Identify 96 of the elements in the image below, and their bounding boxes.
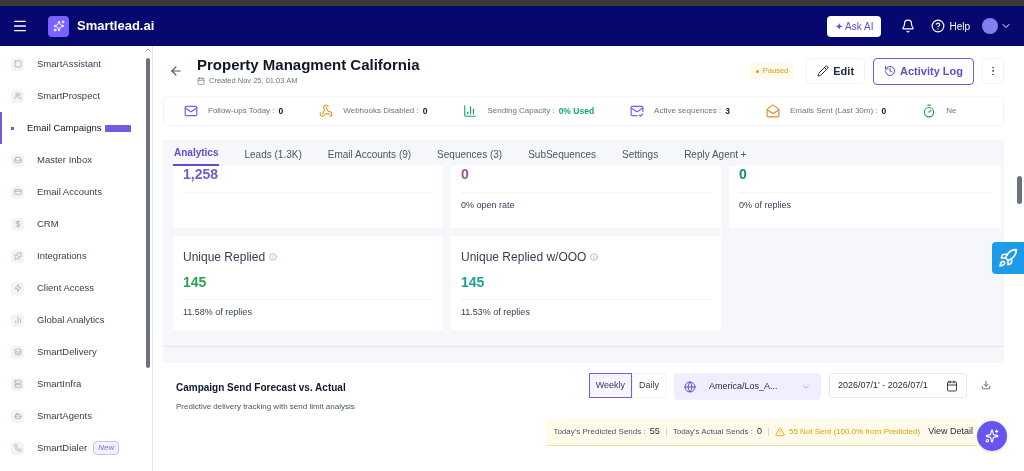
- actual-label: Today's Actual Sends :: [672, 426, 753, 438]
- calendar-icon[interactable]: [946, 379, 958, 392]
- logo-icon: [48, 15, 69, 37]
- nav-icon: [11, 281, 24, 295]
- notification-icon[interactable]: [901, 19, 916, 33]
- help-link[interactable]: Help: [949, 18, 970, 34]
- nav-icon: [11, 377, 24, 391]
- sparkle-icon: [985, 429, 999, 443]
- stat-value: 3: [725, 104, 730, 118]
- sidebar-item[interactable]: SmartAgents: [0, 400, 144, 432]
- sidebar-item[interactable]: Integrations: [0, 240, 144, 272]
- back-icon[interactable]: [169, 64, 183, 78]
- card-note: 0% open rate: [461, 198, 516, 212]
- globe-icon: [684, 380, 696, 393]
- tab[interactable]: Settings: [621, 147, 660, 166]
- calendar-icon: [197, 76, 205, 85]
- sidebar-item[interactable]: Email Accounts: [0, 176, 144, 208]
- pencil-icon: [817, 65, 830, 77]
- nav-icon: [11, 153, 24, 167]
- stat-icon: [184, 104, 198, 118]
- card-value: 145: [461, 273, 486, 292]
- activity-log-button[interactable]: Activity Log: [873, 57, 974, 85]
- card-value: 145: [183, 273, 208, 292]
- nav-icon: [11, 57, 24, 71]
- tab[interactable]: Sequences (3): [436, 147, 504, 166]
- tab[interactable]: Email Accounts (9): [326, 147, 413, 166]
- sidebar-item[interactable]: Email Campaigns: [0, 112, 144, 144]
- card-title: Unique Replied: [183, 249, 266, 266]
- stat-label: Ne: [946, 105, 957, 117]
- warning-icon: [774, 427, 785, 437]
- stat-label: Emails Sent (Last 30m) :: [789, 105, 878, 117]
- stat-label: Webhooks Disabled :: [343, 105, 419, 117]
- card-note: 0% of replies: [739, 198, 793, 212]
- nav-icon: [11, 217, 24, 231]
- ask-ai-button[interactable]: ✦ Ask AI: [826, 15, 882, 37]
- bullet-icon: [11, 126, 14, 130]
- sidebar-item[interactable]: Master Inbox: [0, 144, 144, 176]
- forecast-title: Campaign Send Forecast vs. Actual: [176, 381, 347, 395]
- sidebar-item[interactable]: SmartDelivery: [0, 336, 144, 368]
- sidebar-item[interactable]: SmartInfra: [0, 368, 144, 400]
- nav-icon: [11, 409, 24, 423]
- sidebar-item[interactable]: Global Analytics: [0, 304, 144, 336]
- card-value: 0: [461, 166, 470, 184]
- brand-name: Smartlead.ai: [77, 17, 155, 36]
- stat-icon: [463, 104, 478, 118]
- date-range-field[interactable]: 2026/07/1' - 2026/07/1: [829, 373, 967, 398]
- rocket-icon: [998, 248, 1018, 268]
- tab[interactable]: Reply Agent +: [683, 147, 748, 166]
- predicted-label: Today's Predicted Sends :: [553, 426, 646, 438]
- nav-icon: [11, 249, 24, 263]
- history-icon: [884, 65, 897, 77]
- sidebar-item[interactable]: SmartAssistant: [0, 48, 144, 80]
- new-badge: New: [93, 441, 120, 455]
- edit-button[interactable]: Edit: [806, 58, 866, 84]
- period-toggle[interactable]: Daily: [632, 373, 666, 398]
- rocket-button[interactable]: [992, 242, 1024, 274]
- timezone-select[interactable]: America/Los_A...: [674, 373, 821, 400]
- scroll-up-icon[interactable]: [144, 46, 152, 54]
- card-value: 1,258: [183, 166, 220, 184]
- warning-text: 55 Not Sent (100.0% from Predicted): [788, 426, 921, 438]
- nav-icon: [11, 345, 24, 359]
- period-toggle[interactable]: Weekly: [588, 373, 632, 398]
- stat-label: Active sequences :: [654, 105, 722, 117]
- menu-icon[interactable]: [12, 18, 28, 34]
- card-note: 11.53% of replies: [461, 306, 531, 319]
- tab[interactable]: Leads (1.3K): [243, 147, 303, 166]
- stat-icon: [319, 104, 334, 118]
- forecast-subtitle: Predictive delivery tracking with send limit analysis: [176, 401, 355, 413]
- download-icon[interactable]: [981, 380, 991, 390]
- stat-label: Sending Capacity :: [487, 105, 555, 117]
- card-value: 0: [739, 166, 748, 184]
- avatar[interactable]: [982, 18, 998, 34]
- stat-value: 0: [422, 104, 428, 118]
- stat-value: 0: [278, 104, 284, 118]
- sidebar-item[interactable]: CRM: [0, 208, 144, 240]
- sidebar-item[interactable]: Client Access: [0, 272, 144, 304]
- stat-icon: [922, 104, 937, 118]
- predicted-value: 55: [649, 425, 660, 439]
- nav-icon: [11, 185, 24, 199]
- stat-value: 0: [881, 104, 887, 118]
- stat-value: 0% Used: [558, 104, 595, 118]
- sidebar-item[interactable]: SmartProspect: [0, 80, 144, 112]
- nav-icon: [11, 313, 24, 327]
- stat-icon: [765, 104, 780, 118]
- view-details-link[interactable]: View Detail: [928, 425, 973, 439]
- campaign-title: Property Managment California: [197, 55, 420, 75]
- help-icon[interactable]: [931, 19, 946, 33]
- stat-label: Follow-ups Today :: [208, 105, 275, 117]
- card-title: Unique Replied w/OOO: [461, 249, 587, 266]
- actual-value: 0: [756, 425, 762, 439]
- nav-icon: [11, 89, 24, 103]
- nav-icon: [11, 441, 24, 455]
- tab[interactable]: SubSequences: [527, 147, 597, 166]
- card-note: 11.58% of replies: [183, 306, 253, 319]
- stat-icon: [630, 104, 645, 118]
- sidebar-item[interactable]: SmartDialer New: [0, 432, 144, 464]
